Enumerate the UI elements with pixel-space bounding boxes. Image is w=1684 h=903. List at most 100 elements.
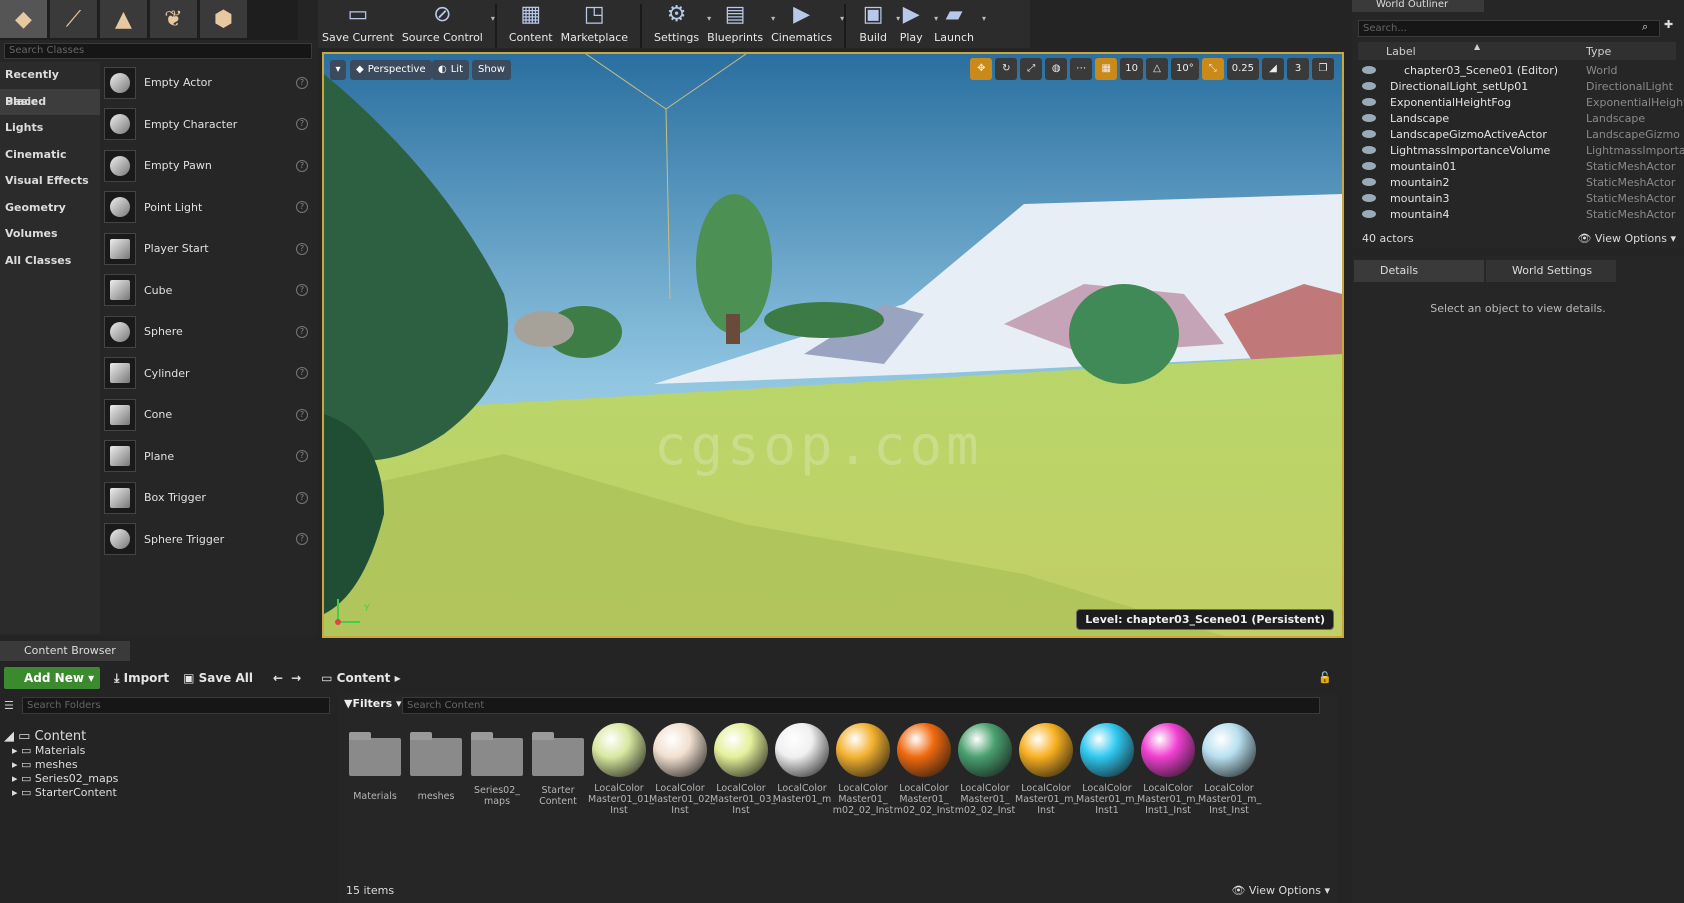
scale-snap-icon[interactable]: ⤡ [1201,58,1224,80]
marketplace-button[interactable]: ◳ Marketplace [557,0,632,48]
rotation-snap-icon[interactable]: △ [1146,58,1168,80]
rotation-snap-value[interactable]: 10° [1171,58,1199,80]
visibility-eye-icon[interactable] [1362,146,1376,154]
folder-item[interactable]: ▸ ▭ Series02_maps [12,772,118,785]
content-button[interactable]: ▦ Content [505,0,557,48]
help-icon[interactable]: ? [296,450,308,463]
perspective-button[interactable]: ◆ Perspective [350,60,432,80]
scale-icon[interactable]: ⤢ [1020,58,1043,80]
cinematics-button[interactable]: ▶ Cinematics ▾ [767,0,844,48]
material-asset[interactable]: LocalColor Master01_01_ Inst [588,721,654,816]
maximize-icon[interactable]: ❐ [1312,58,1334,80]
content-browser-tab[interactable]: Content Browser [0,641,130,661]
lit-button[interactable]: ◐ Lit [432,60,470,80]
place-item-plane[interactable]: Plane? [104,436,316,478]
help-icon[interactable]: ? [296,76,308,89]
content-path[interactable]: ▭ Content ▸ [321,671,400,685]
outliner-row[interactable]: Landscape Landscape [1358,110,1672,126]
material-asset[interactable]: LocalColor Master01_03_ Inst [710,721,776,816]
material-asset[interactable]: LocalColor Master01_m_ Inst_Inst [1198,721,1261,816]
back-icon[interactable]: ← [273,671,283,685]
forward-icon[interactable]: → [291,671,301,685]
outliner-row[interactable]: DirectionalLight_setUp01 DirectionalLight [1358,78,1673,94]
help-icon[interactable]: ? [296,325,308,338]
outliner-row[interactable]: mountain2 StaticMeshActor [1358,174,1675,190]
help-icon[interactable]: ? [296,118,308,131]
help-icon[interactable]: ? [296,159,308,172]
category-geometry[interactable]: Geometry [0,195,100,222]
mode-tab[interactable]: ❦ [150,0,197,38]
grid-snap-icon[interactable]: ▦ [1095,58,1118,80]
place-item-empty-character[interactable]: Empty Character? [104,104,316,146]
outliner-row[interactable]: LandscapeGizmoActiveActor LandscapeGizmo [1358,126,1680,142]
viewport-options-button[interactable]: ▾ [330,60,346,80]
mode-tab[interactable]: ▲ [100,0,147,38]
material-asset[interactable]: LocalColor Master01_ m02_02_Inst [893,721,955,816]
outliner-search-input[interactable]: Search... [1358,20,1660,37]
mode-tab[interactable]: ◆ [0,0,47,38]
outliner-view-options[interactable]: 👁 View Options ▾ [1577,232,1676,245]
label-column-header[interactable]: Label [1386,45,1416,58]
add-filter-icon[interactable]: ✚ [1664,18,1673,31]
help-icon[interactable]: ? [296,284,308,297]
import-button[interactable]: ⤓ Import [114,671,169,686]
mode-tab[interactable]: ⬢ [200,0,247,38]
help-icon[interactable]: ? [296,491,308,504]
material-asset[interactable]: LocalColor Master01_ m02_02_Inst [954,721,1016,816]
details-tab[interactable]: Details [1354,260,1484,282]
material-asset[interactable]: LocalColor Master01_m_ Inst1_Inst [1137,721,1200,816]
camera-speed-value[interactable]: 3 [1287,58,1309,80]
source-control-button[interactable]: ⊘ Source Control ▾ [398,0,495,48]
outliner-row[interactable]: mountain4 StaticMeshActor [1358,206,1675,222]
material-asset[interactable]: LocalColor Master01_m_ Inst1 [1076,721,1139,816]
settings-button[interactable]: ⚙ Settings ▾ [650,0,711,48]
lock-icon[interactable]: 🔓 [1318,671,1332,684]
world-settings-tab[interactable]: World Settings [1486,260,1616,282]
type-column-header[interactable]: Type [1586,45,1611,58]
folder-item[interactable]: ▸ ▭ meshes [12,758,78,771]
visibility-eye-icon[interactable] [1362,130,1376,138]
category-basic[interactable]: Basic [0,88,100,115]
build-button[interactable]: ▣ Build ▾ [854,0,900,48]
scale-snap-value[interactable]: 0.25 [1226,58,1259,80]
level-viewport[interactable]: cgsop.com Y ▾ ◆ Perspective ◐ Lit Show ✥ ↻… [322,52,1344,638]
outliner-row[interactable]: mountain01 StaticMeshActor [1358,158,1675,174]
visibility-eye-icon[interactable] [1362,210,1376,218]
help-icon[interactable]: ? [296,533,308,546]
visibility-eye-icon[interactable] [1362,162,1376,170]
filters-button[interactable]: ▼Filters ▾ [344,697,402,710]
show-button[interactable]: Show [472,60,511,80]
content-view-options[interactable]: 👁 View Options ▾ [1231,884,1330,897]
place-item-cube[interactable]: Cube? [104,270,316,312]
material-asset[interactable]: LocalColor Master01_ m02_02_Inst [832,721,894,816]
save-all-button[interactable]: ▣ Save All [183,671,253,685]
visibility-eye-icon[interactable] [1362,178,1376,186]
chevron-down-icon[interactable]: ▾ [840,14,844,23]
category-visual-effects[interactable]: Visual Effects [0,168,100,195]
material-asset[interactable]: LocalColor Master01_m [771,721,833,805]
surface-snap-icon[interactable]: ⋯ [1070,58,1093,80]
place-item-point-light[interactable]: Point Light? [104,187,316,229]
save-current-button[interactable]: ▭ Save Current [318,0,398,48]
folder-item[interactable]: ◢ ▭ Content [4,729,86,744]
visibility-eye-icon[interactable] [1362,98,1376,106]
outliner-row[interactable]: LightmassImportanceVolume LightmassImport… [1358,142,1684,158]
place-item-cylinder[interactable]: Cylinder? [104,353,316,395]
mode-tab[interactable]: ⟋ [50,0,97,38]
category-recently-placed[interactable]: Recently Placed [0,62,100,108]
outliner-row[interactable]: mountain3 StaticMeshActor [1358,190,1675,206]
chevron-down-icon[interactable]: ▾ [982,14,986,23]
place-item-cone[interactable]: Cone? [104,394,316,436]
visibility-eye-icon[interactable] [1362,194,1376,202]
asset-folder[interactable]: Series02_ maps [466,721,528,807]
category-lights[interactable]: Lights [0,115,100,142]
place-item-empty-actor[interactable]: Empty Actor? [104,62,316,104]
place-item-empty-pawn[interactable]: Empty Pawn? [104,145,316,187]
outliner-row[interactable]: ExponentialHeightFog ExponentialHeight [1358,94,1684,110]
place-item-sphere[interactable]: Sphere? [104,311,316,353]
help-icon[interactable]: ? [296,367,308,380]
visibility-eye-icon[interactable] [1362,114,1376,122]
visibility-eye-icon[interactable] [1362,82,1376,90]
sources-toggle-icon[interactable]: ☰ [4,699,14,712]
grid-snap-value[interactable]: 10 [1120,58,1143,80]
